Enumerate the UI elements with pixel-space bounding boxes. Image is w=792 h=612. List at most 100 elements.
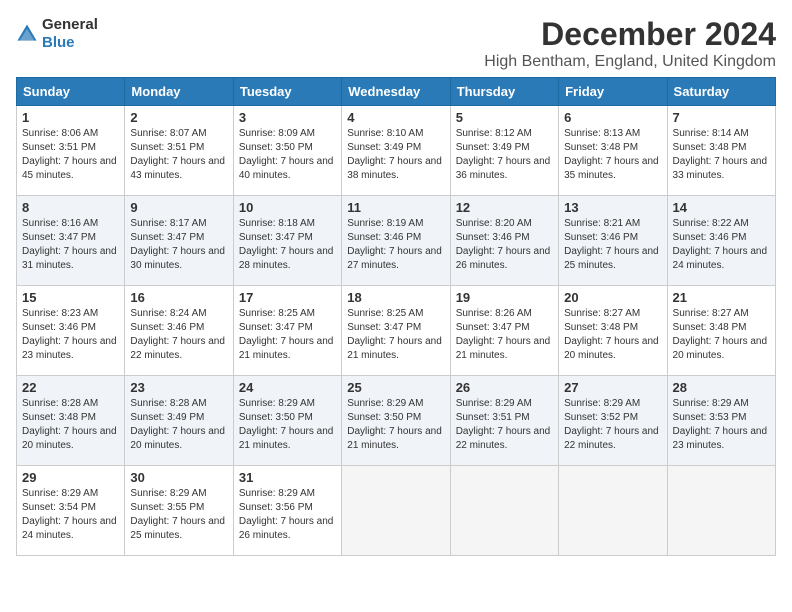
day-number: 15 bbox=[22, 290, 119, 305]
table-row: 25 Sunrise: 8:29 AMSunset: 3:50 PMDaylig… bbox=[342, 376, 450, 466]
table-row: 9 Sunrise: 8:17 AMSunset: 3:47 PMDayligh… bbox=[125, 196, 233, 286]
cell-info: Sunrise: 8:29 AMSunset: 3:54 PMDaylight:… bbox=[22, 488, 117, 541]
day-number: 12 bbox=[456, 200, 553, 215]
cell-info: Sunrise: 8:26 AMSunset: 3:47 PMDaylight:… bbox=[456, 308, 551, 361]
col-monday: Monday bbox=[125, 78, 233, 106]
table-row: 12 Sunrise: 8:20 AMSunset: 3:46 PMDaylig… bbox=[450, 196, 558, 286]
table-row: 18 Sunrise: 8:25 AMSunset: 3:47 PMDaylig… bbox=[342, 286, 450, 376]
col-wednesday: Wednesday bbox=[342, 78, 450, 106]
col-tuesday: Tuesday bbox=[233, 78, 341, 106]
day-number: 24 bbox=[239, 380, 336, 395]
table-row: 10 Sunrise: 8:18 AMSunset: 3:47 PMDaylig… bbox=[233, 196, 341, 286]
week-row-2: 8 Sunrise: 8:16 AMSunset: 3:47 PMDayligh… bbox=[17, 196, 776, 286]
main-title: December 2024 bbox=[484, 16, 776, 53]
cell-info: Sunrise: 8:19 AMSunset: 3:46 PMDaylight:… bbox=[347, 218, 442, 271]
logo-blue: Blue bbox=[42, 34, 75, 51]
cell-info: Sunrise: 8:16 AMSunset: 3:47 PMDaylight:… bbox=[22, 218, 117, 271]
cell-info: Sunrise: 8:23 AMSunset: 3:46 PMDaylight:… bbox=[22, 308, 117, 361]
week-row-4: 22 Sunrise: 8:28 AMSunset: 3:48 PMDaylig… bbox=[17, 376, 776, 466]
cell-info: Sunrise: 8:09 AMSunset: 3:50 PMDaylight:… bbox=[239, 128, 334, 181]
day-number: 2 bbox=[130, 110, 227, 125]
cell-info: Sunrise: 8:29 AMSunset: 3:50 PMDaylight:… bbox=[347, 398, 442, 451]
day-number: 6 bbox=[564, 110, 661, 125]
table-row: 16 Sunrise: 8:24 AMSunset: 3:46 PMDaylig… bbox=[125, 286, 233, 376]
week-row-3: 15 Sunrise: 8:23 AMSunset: 3:46 PMDaylig… bbox=[17, 286, 776, 376]
day-number: 20 bbox=[564, 290, 661, 305]
day-number: 1 bbox=[22, 110, 119, 125]
table-row: 8 Sunrise: 8:16 AMSunset: 3:47 PMDayligh… bbox=[17, 196, 125, 286]
col-thursday: Thursday bbox=[450, 78, 558, 106]
cell-info: Sunrise: 8:22 AMSunset: 3:46 PMDaylight:… bbox=[673, 218, 768, 271]
logo-general: General bbox=[42, 16, 98, 33]
day-number: 23 bbox=[130, 380, 227, 395]
table-row bbox=[342, 466, 450, 556]
cell-info: Sunrise: 8:07 AMSunset: 3:51 PMDaylight:… bbox=[130, 128, 225, 181]
day-number: 5 bbox=[456, 110, 553, 125]
day-number: 4 bbox=[347, 110, 444, 125]
cell-info: Sunrise: 8:21 AMSunset: 3:46 PMDaylight:… bbox=[564, 218, 659, 271]
day-number: 13 bbox=[564, 200, 661, 215]
day-number: 19 bbox=[456, 290, 553, 305]
day-number: 22 bbox=[22, 380, 119, 395]
week-row-1: 1 Sunrise: 8:06 AMSunset: 3:51 PMDayligh… bbox=[17, 106, 776, 196]
table-row: 3 Sunrise: 8:09 AMSunset: 3:50 PMDayligh… bbox=[233, 106, 341, 196]
cell-info: Sunrise: 8:29 AMSunset: 3:51 PMDaylight:… bbox=[456, 398, 551, 451]
table-row: 11 Sunrise: 8:19 AMSunset: 3:46 PMDaylig… bbox=[342, 196, 450, 286]
day-number: 14 bbox=[673, 200, 770, 215]
header: General Blue December 2024 High Bentham,… bbox=[16, 16, 776, 71]
cell-info: Sunrise: 8:27 AMSunset: 3:48 PMDaylight:… bbox=[564, 308, 659, 361]
table-row: 24 Sunrise: 8:29 AMSunset: 3:50 PMDaylig… bbox=[233, 376, 341, 466]
day-number: 21 bbox=[673, 290, 770, 305]
cell-info: Sunrise: 8:18 AMSunset: 3:47 PMDaylight:… bbox=[239, 218, 334, 271]
day-number: 3 bbox=[239, 110, 336, 125]
table-row: 20 Sunrise: 8:27 AMSunset: 3:48 PMDaylig… bbox=[559, 286, 667, 376]
table-row: 5 Sunrise: 8:12 AMSunset: 3:49 PMDayligh… bbox=[450, 106, 558, 196]
logo: General Blue bbox=[16, 16, 98, 52]
day-number: 27 bbox=[564, 380, 661, 395]
day-number: 8 bbox=[22, 200, 119, 215]
cell-info: Sunrise: 8:13 AMSunset: 3:48 PMDaylight:… bbox=[564, 128, 659, 181]
table-row: 30 Sunrise: 8:29 AMSunset: 3:55 PMDaylig… bbox=[125, 466, 233, 556]
table-row: 4 Sunrise: 8:10 AMSunset: 3:49 PMDayligh… bbox=[342, 106, 450, 196]
table-row: 26 Sunrise: 8:29 AMSunset: 3:51 PMDaylig… bbox=[450, 376, 558, 466]
col-sunday: Sunday bbox=[17, 78, 125, 106]
day-number: 9 bbox=[130, 200, 227, 215]
cell-info: Sunrise: 8:17 AMSunset: 3:47 PMDaylight:… bbox=[130, 218, 225, 271]
table-row: 15 Sunrise: 8:23 AMSunset: 3:46 PMDaylig… bbox=[17, 286, 125, 376]
cell-info: Sunrise: 8:29 AMSunset: 3:56 PMDaylight:… bbox=[239, 488, 334, 541]
table-row: 17 Sunrise: 8:25 AMSunset: 3:47 PMDaylig… bbox=[233, 286, 341, 376]
cell-info: Sunrise: 8:12 AMSunset: 3:49 PMDaylight:… bbox=[456, 128, 551, 181]
day-number: 28 bbox=[673, 380, 770, 395]
table-row: 6 Sunrise: 8:13 AMSunset: 3:48 PMDayligh… bbox=[559, 106, 667, 196]
subtitle: High Bentham, England, United Kingdom bbox=[484, 53, 776, 71]
table-row: 13 Sunrise: 8:21 AMSunset: 3:46 PMDaylig… bbox=[559, 196, 667, 286]
logo-icon bbox=[16, 23, 38, 45]
table-row: 29 Sunrise: 8:29 AMSunset: 3:54 PMDaylig… bbox=[17, 466, 125, 556]
table-row bbox=[559, 466, 667, 556]
day-number: 11 bbox=[347, 200, 444, 215]
day-number: 26 bbox=[456, 380, 553, 395]
day-number: 16 bbox=[130, 290, 227, 305]
table-row: 19 Sunrise: 8:26 AMSunset: 3:47 PMDaylig… bbox=[450, 286, 558, 376]
table-row: 23 Sunrise: 8:28 AMSunset: 3:49 PMDaylig… bbox=[125, 376, 233, 466]
cell-info: Sunrise: 8:28 AMSunset: 3:48 PMDaylight:… bbox=[22, 398, 117, 451]
day-number: 31 bbox=[239, 470, 336, 485]
table-row: 21 Sunrise: 8:27 AMSunset: 3:48 PMDaylig… bbox=[667, 286, 775, 376]
cell-info: Sunrise: 8:25 AMSunset: 3:47 PMDaylight:… bbox=[347, 308, 442, 361]
day-number: 29 bbox=[22, 470, 119, 485]
title-area: December 2024 High Bentham, England, Uni… bbox=[484, 16, 776, 71]
cell-info: Sunrise: 8:20 AMSunset: 3:46 PMDaylight:… bbox=[456, 218, 551, 271]
table-row: 31 Sunrise: 8:29 AMSunset: 3:56 PMDaylig… bbox=[233, 466, 341, 556]
table-row: 28 Sunrise: 8:29 AMSunset: 3:53 PMDaylig… bbox=[667, 376, 775, 466]
cell-info: Sunrise: 8:29 AMSunset: 3:53 PMDaylight:… bbox=[673, 398, 768, 451]
cell-info: Sunrise: 8:28 AMSunset: 3:49 PMDaylight:… bbox=[130, 398, 225, 451]
day-number: 10 bbox=[239, 200, 336, 215]
day-number: 25 bbox=[347, 380, 444, 395]
day-number: 30 bbox=[130, 470, 227, 485]
cell-info: Sunrise: 8:24 AMSunset: 3:46 PMDaylight:… bbox=[130, 308, 225, 361]
table-row: 1 Sunrise: 8:06 AMSunset: 3:51 PMDayligh… bbox=[17, 106, 125, 196]
logo-text: General Blue bbox=[42, 16, 98, 52]
cell-info: Sunrise: 8:29 AMSunset: 3:50 PMDaylight:… bbox=[239, 398, 334, 451]
col-friday: Friday bbox=[559, 78, 667, 106]
table-row: 14 Sunrise: 8:22 AMSunset: 3:46 PMDaylig… bbox=[667, 196, 775, 286]
